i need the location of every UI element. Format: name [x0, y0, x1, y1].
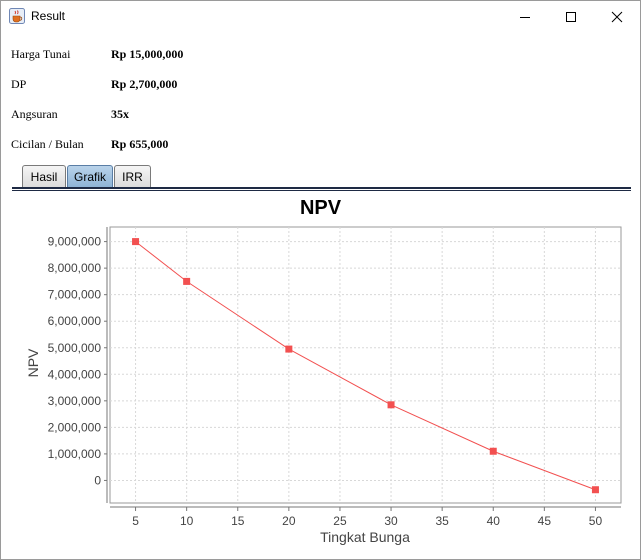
x-axis-label: Tingkat Bunga — [320, 529, 410, 545]
npv-chart: 0 1,000,000 2,000,000 3,000,000 4,000,000 5,0… — [25, 197, 622, 545]
y-tick-label: 0 — [94, 473, 101, 487]
maximize-icon — [566, 11, 576, 22]
y-tick-label: 3,000,000 — [48, 394, 102, 408]
x-tick-label: 25 — [333, 514, 347, 528]
cicilan-bulan-label: Cicilan / Bulan — [11, 137, 84, 151]
tab-hasil[interactable]: Hasil — [22, 165, 66, 187]
y-tick-label: 2,000,000 — [48, 420, 102, 434]
window-title: Result — [31, 9, 66, 23]
maximize-button[interactable] — [548, 1, 594, 32]
x-tick-label: 10 — [180, 514, 194, 528]
close-button[interactable] — [594, 1, 640, 32]
chart-title: NPV — [300, 197, 342, 219]
npv-data-point — [489, 447, 497, 455]
x-tick-label: 35 — [435, 514, 449, 528]
y-axis-label: NPV — [25, 348, 41, 377]
tab-grafik[interactable]: Grafik — [67, 165, 113, 187]
angsuran-label: Angsuran — [11, 107, 58, 121]
y-tick-label: 8,000,000 — [48, 261, 102, 275]
result-window: Result Harga Tunai Rp 15,000,000 DP Rp 2… — [0, 0, 641, 560]
y-tick-label: 7,000,000 — [48, 288, 102, 302]
x-tick-label: 50 — [589, 514, 603, 528]
java-cup-icon — [9, 8, 25, 24]
angsuran-value: 35x — [111, 107, 129, 121]
npv-data-point — [132, 238, 140, 246]
npv-data-point — [591, 486, 599, 494]
tab-divider — [12, 187, 631, 189]
minimize-button[interactable] — [502, 1, 548, 32]
y-tick-label: 6,000,000 — [48, 314, 102, 328]
npv-data-point — [387, 401, 395, 409]
x-tick-label: 30 — [384, 514, 398, 528]
title-bar[interactable]: Result — [1, 1, 640, 32]
x-tick-label: 45 — [538, 514, 552, 528]
cicilan-bulan-value: Rp 655,000 — [111, 137, 169, 151]
harga-tunai-label: Harga Tunai — [11, 47, 71, 61]
y-tick-label: 1,000,000 — [48, 447, 102, 461]
y-tick-label: 5,000,000 — [48, 341, 102, 355]
dp-label: DP — [11, 77, 27, 91]
npv-data-point — [183, 277, 191, 285]
minimize-icon — [520, 16, 530, 18]
npv-data-point — [285, 345, 293, 353]
y-tick-label: 4,000,000 — [48, 367, 102, 381]
harga-tunai-value: Rp 15,000,000 — [111, 47, 184, 61]
x-tick-label: 5 — [132, 514, 139, 528]
x-tick-label: 15 — [231, 514, 245, 528]
x-tick-label: 40 — [487, 514, 501, 528]
tab-irr[interactable]: IRR — [114, 165, 151, 187]
dp-value: Rp 2,700,000 — [111, 77, 178, 91]
x-tick-label: 20 — [282, 514, 296, 528]
close-icon — [611, 11, 623, 22]
y-tick-label: 9,000,000 — [48, 235, 102, 249]
